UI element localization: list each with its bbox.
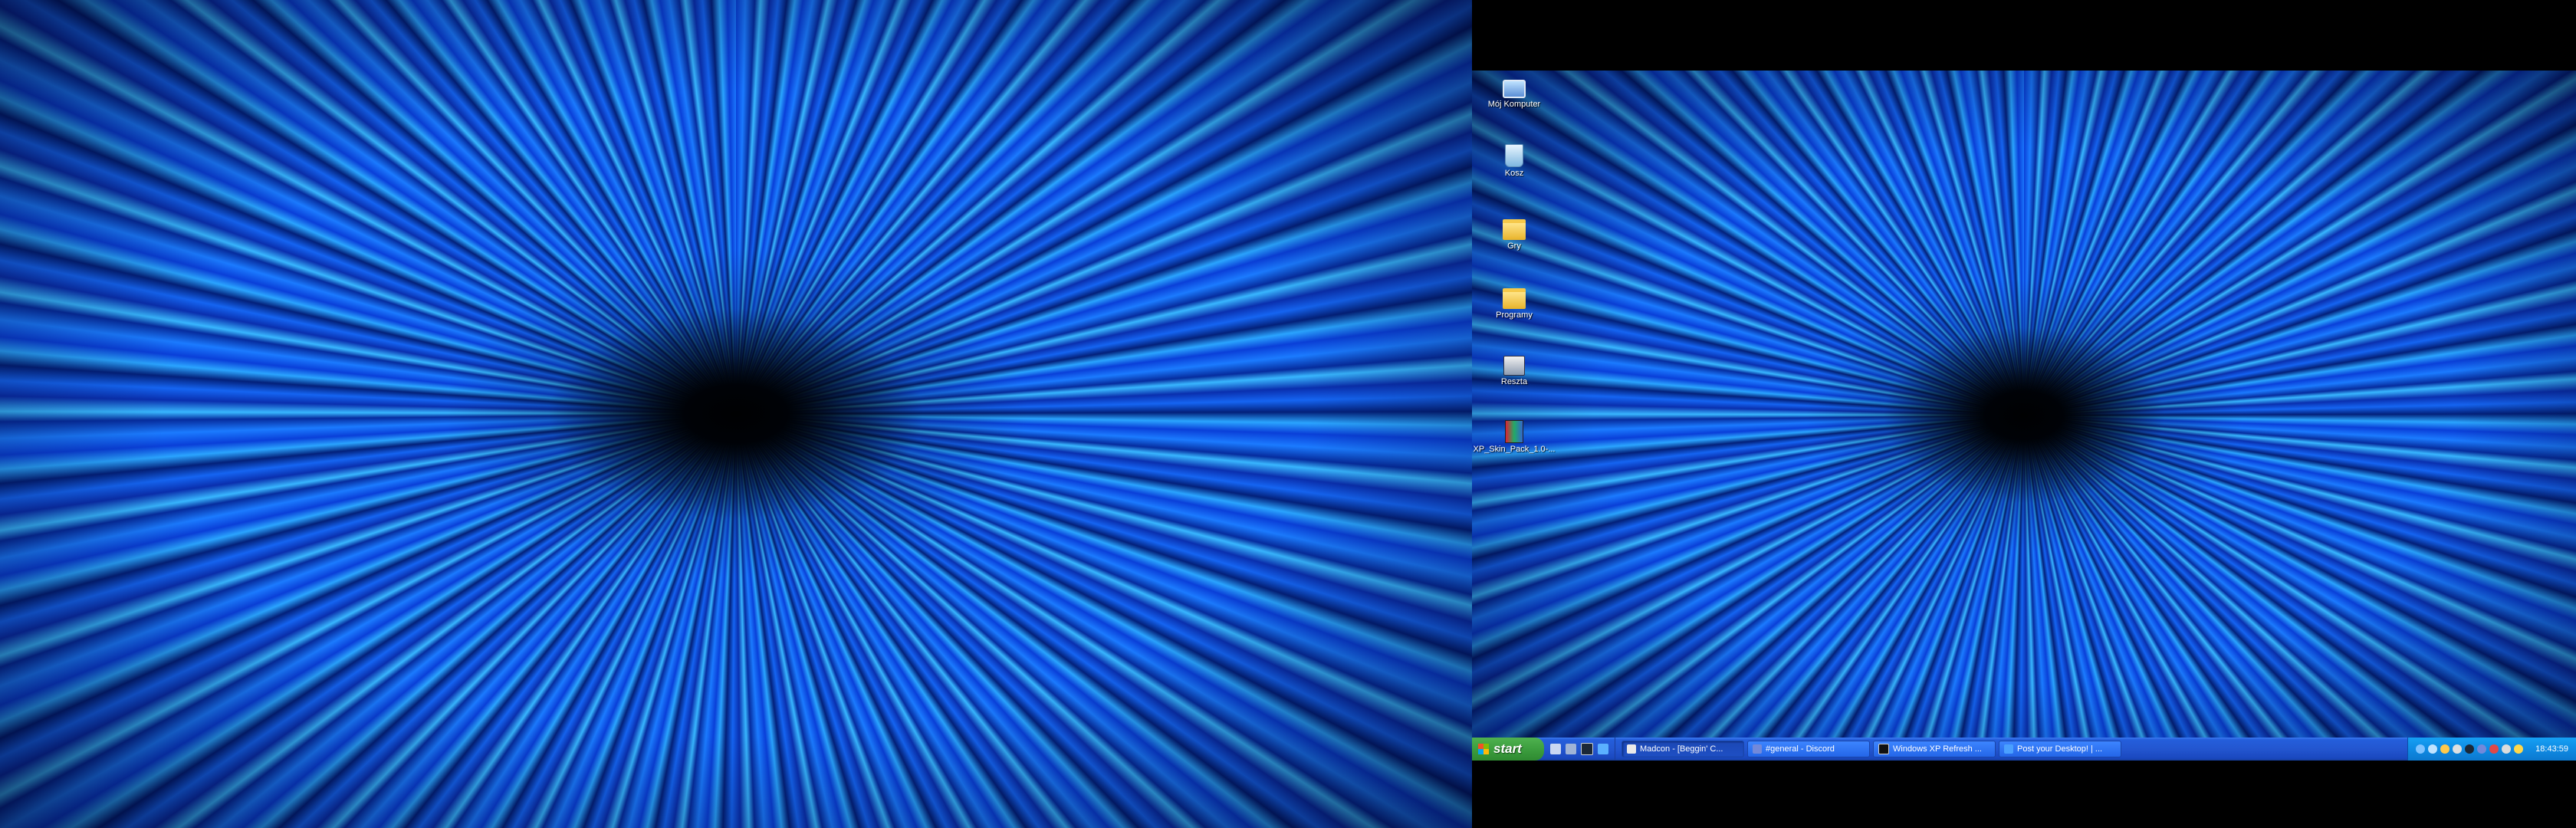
my-computer-icon xyxy=(1503,80,1526,98)
internet-icon[interactable] xyxy=(2428,744,2438,754)
desktop-icon-label: XP_Skin_Pack_1.0-... xyxy=(1473,445,1556,454)
start-button[interactable]: start xyxy=(1472,738,1544,761)
volume-icon[interactable] xyxy=(2453,744,2463,754)
desktop-icon-label: Gry xyxy=(1507,242,1521,251)
usb-icon[interactable] xyxy=(2502,744,2512,754)
desktop-icon-label: Mój Komputer xyxy=(1487,100,1541,109)
browser-icon[interactable] xyxy=(1598,744,1608,754)
browser-page-icon xyxy=(2004,744,2013,754)
task-button-madcon[interactable]: Madcon - [Beggin' C... xyxy=(1622,741,1744,757)
task-button-label: Post your Desktop! | ... xyxy=(2017,744,2103,754)
clock[interactable]: 18:43:59 xyxy=(2535,744,2568,754)
desktop-icon-label: Reszta xyxy=(1500,377,1528,386)
terminal-icon xyxy=(1878,744,1889,754)
desktop-icon-reszta[interactable]: Reszta xyxy=(1472,351,1556,386)
folder-icon xyxy=(1503,219,1526,240)
task-button-discord[interactable]: #general - Discord xyxy=(1747,741,1870,757)
desktop-icon-xp-skin-pack[interactable]: XP_Skin_Pack_1.0-... xyxy=(1472,420,1556,454)
discord-icon xyxy=(1753,744,1762,754)
installer-package-icon xyxy=(1505,420,1523,443)
task-button-label: Windows XP Refresh ... xyxy=(1893,744,1982,754)
quick-launch xyxy=(1544,738,1615,761)
desktop-icon-label: Kosz xyxy=(1504,169,1524,178)
desktop-icon-my-computer[interactable]: Mój Komputer xyxy=(1472,75,1556,109)
desktop-icon-label: Programy xyxy=(1496,310,1533,320)
folder-icon xyxy=(1503,288,1526,309)
left-monitor xyxy=(0,0,1472,828)
task-button-label: Madcon - [Beggin' C... xyxy=(1640,744,1723,754)
task-button-post-your-desktop[interactable]: Post your Desktop! | ... xyxy=(1999,741,2121,757)
recycle-bin-icon xyxy=(1505,144,1523,167)
start-label: start xyxy=(1493,741,1522,756)
windows-flag-icon xyxy=(1478,744,1489,754)
taskbar: start Madcon - [Beggin' C... #general - … xyxy=(1472,738,2576,761)
right-monitor: Mój Komputer Kosz Gry Programy Reszta XP… xyxy=(1472,71,2576,761)
wallpaper-right xyxy=(1472,71,2576,761)
media-player-icon[interactable] xyxy=(1566,744,1576,754)
application-icon xyxy=(1503,356,1525,376)
wallpaper-left xyxy=(0,0,1472,828)
system-tray: 18:43:59 xyxy=(2407,738,2576,761)
chat-icon[interactable] xyxy=(2440,744,2450,754)
media-app-icon xyxy=(1627,744,1636,754)
desktop-icon-programy[interactable]: Programy xyxy=(1472,282,1556,320)
desktop-icon-gry[interactable]: Gry xyxy=(1472,213,1556,251)
task-button-label: #general - Discord xyxy=(1766,744,1835,754)
security-icon[interactable] xyxy=(2489,744,2499,754)
steam-icon[interactable] xyxy=(1581,743,1593,755)
task-button-windows-xp-refresh[interactable]: Windows XP Refresh ... xyxy=(1873,741,1996,757)
desktop-icon-recycle-bin[interactable]: Kosz xyxy=(1472,144,1556,178)
update-icon[interactable] xyxy=(2514,744,2524,754)
show-desktop-icon[interactable] xyxy=(1550,744,1561,754)
discord-tray-icon[interactable] xyxy=(2477,744,2487,754)
network-icon[interactable] xyxy=(2416,744,2426,754)
taskbar-buttons: Madcon - [Beggin' C... #general - Discor… xyxy=(1615,738,2407,761)
steam-tray-icon[interactable] xyxy=(2465,744,2475,754)
